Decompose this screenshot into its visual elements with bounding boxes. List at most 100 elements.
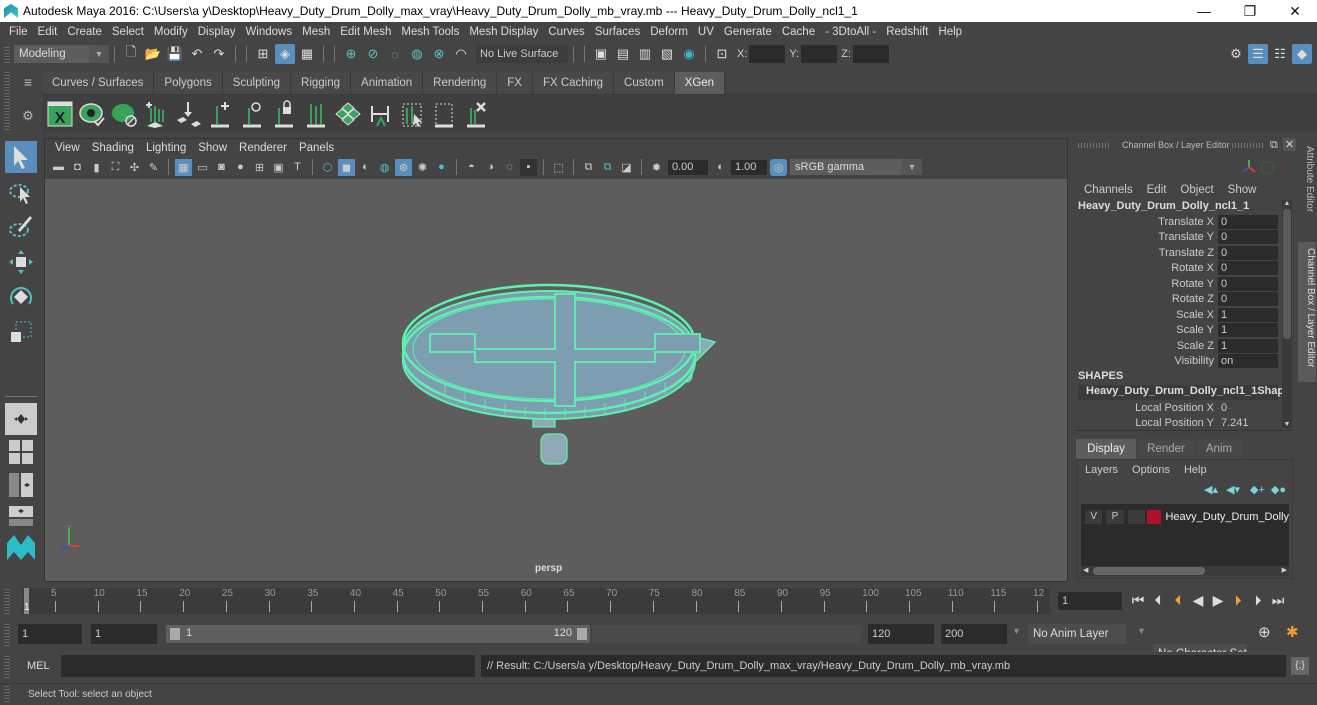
anti-aliasing-icon[interactable]: ◌ — [501, 159, 518, 176]
menu-edit[interactable]: Edit — [33, 26, 63, 38]
color-space-dropdown[interactable]: sRGB gamma ▼ — [790, 159, 922, 175]
sculpt-guide-icon[interactable] — [238, 98, 266, 130]
paint-select-tool-icon[interactable] — [5, 211, 37, 243]
channel-value[interactable]: 0 — [1218, 292, 1278, 307]
tab-xgen[interactable]: XGen — [674, 72, 726, 94]
z-input[interactable] — [852, 45, 889, 63]
xray-joints-icon[interactable]: ◪ — [618, 159, 635, 176]
menu-generate[interactable]: Generate — [719, 26, 777, 38]
current-frame-input[interactable]: 1 — [1058, 592, 1122, 610]
tab-render[interactable]: Render — [1137, 439, 1195, 459]
go-to-start-icon[interactable]: ⏮ — [1128, 592, 1148, 609]
manipulator-axes-icon[interactable] — [1240, 158, 1258, 176]
hyperbolic-icon[interactable]: ✕ — [1278, 159, 1287, 172]
grip-handle[interactable] — [1232, 143, 1264, 148]
channel-row[interactable]: Scale Y 1 — [1072, 323, 1297, 339]
layer-display-type-toggle[interactable] — [1127, 510, 1146, 524]
xray-icon[interactable]: ⧉ — [580, 159, 597, 176]
menu-select[interactable]: Select — [107, 26, 149, 38]
script-editor-icon[interactable]: {;} — [1291, 657, 1309, 675]
exposure-input[interactable]: 0.00 — [668, 159, 708, 175]
isolate-select-icon[interactable]: ⬚ — [550, 159, 567, 176]
layer-visibility-toggle[interactable]: V — [1085, 510, 1103, 524]
close-panel-icon[interactable]: ✕ — [1283, 138, 1297, 151]
tool-settings-toggle-icon[interactable]: ☷ — [1270, 44, 1290, 64]
field-chart-icon[interactable]: ⊞ — [251, 159, 268, 176]
playback-end-input[interactable]: 120 — [868, 624, 934, 644]
tab-attribute-editor[interactable]: Attribute Editor — [1299, 146, 1315, 236]
undo-icon[interactable]: ↶ — [187, 44, 207, 64]
chevron-down-icon[interactable]: ▼ — [1137, 626, 1146, 636]
channel-row[interactable]: Rotate Y 0 — [1072, 276, 1297, 292]
range-start-handle[interactable] — [170, 628, 180, 640]
tab-channel-box-layer-editor[interactable]: Channel Box / Layer Editor — [1298, 242, 1316, 382]
range-end-handle[interactable] — [577, 628, 587, 640]
tab-sculpting[interactable]: Sculpting — [222, 72, 292, 94]
channel-value[interactable]: 0 — [1218, 230, 1278, 245]
render-current-frame-icon[interactable]: ▤ — [613, 44, 633, 64]
float-panel-icon[interactable]: ⧉ — [1270, 139, 1278, 152]
delete-guides-icon[interactable] — [462, 98, 490, 130]
new-scene-icon[interactable]: 🗋 — [121, 44, 141, 64]
tab-display[interactable]: Display — [1076, 439, 1136, 459]
grip-handle[interactable] — [4, 686, 10, 702]
redo-icon[interactable]: ↷ — [209, 44, 229, 64]
menu-mesh[interactable]: Mesh — [297, 26, 335, 38]
go-to-end-icon[interactable]: ⏭ — [1268, 592, 1288, 609]
ipr-render-icon[interactable]: ▥ — [635, 44, 655, 64]
channel-row[interactable]: Translate Z 0 — [1072, 245, 1297, 261]
menu-file[interactable]: File — [4, 26, 33, 38]
scroll-thumb[interactable] — [1093, 567, 1205, 575]
menu-channels[interactable]: Channels — [1084, 184, 1133, 196]
exposure-icon[interactable]: ✹ — [648, 159, 665, 176]
guide-length-icon[interactable] — [366, 98, 394, 130]
resolution-gate-icon[interactable]: ◙ — [213, 159, 230, 176]
select-camera-icon[interactable]: ▬ — [50, 159, 67, 176]
select-by-component-icon[interactable]: ▦ — [297, 44, 317, 64]
new-layer-from-selected-icon[interactable]: ◆● — [1271, 483, 1286, 496]
panel-menu-shading[interactable]: Shading — [86, 142, 140, 154]
rotate-tool-icon[interactable] — [5, 281, 37, 313]
scroll-left-icon[interactable]: ◀ — [1083, 566, 1088, 574]
menu-3dtoall[interactable]: - 3DtoAll - — [820, 26, 881, 38]
object-name[interactable]: Heavy_Duty_Drum_Dolly_ncl1_1 — [1072, 200, 1297, 214]
menu-object[interactable]: Object — [1180, 184, 1213, 196]
menu-edit-mesh[interactable]: Edit Mesh — [335, 26, 396, 38]
channel-value[interactable]: 0 — [1218, 261, 1278, 276]
channel-value[interactable]: 1 — [1218, 338, 1278, 353]
menu-uv[interactable]: UV — [693, 26, 719, 38]
step-back-frame-icon[interactable]: ⏴ — [1148, 592, 1168, 609]
transform-input-icon[interactable]: ⊡ — [712, 44, 732, 64]
menu-options[interactable]: Options — [1132, 464, 1170, 476]
screen-space-ao-icon[interactable]: ◓ — [463, 159, 480, 176]
shadows-icon[interactable]: ● — [433, 159, 450, 176]
shelf-grip[interactable] — [4, 72, 10, 130]
add-guide-icon[interactable] — [206, 98, 234, 130]
channel-box-toggle-icon[interactable]: ◆ — [1292, 44, 1312, 64]
clear-preview-icon[interactable] — [110, 98, 138, 130]
snap-live-surface-icon[interactable]: ⊗ — [429, 44, 449, 64]
layer-name[interactable]: Heavy_Duty_Drum_Dolly — [1165, 511, 1289, 523]
preview-icon[interactable] — [78, 98, 106, 130]
snap-point-icon[interactable]: ◌ — [385, 44, 405, 64]
snap-grid-icon[interactable]: ⊕ — [341, 44, 361, 64]
layer-row[interactable]: V P Heavy_Duty_Drum_Dolly — [1081, 508, 1289, 526]
channel-value[interactable]: 1 — [1218, 323, 1278, 338]
channel-row[interactable]: Visibility on — [1072, 354, 1297, 370]
step-forward-frame-icon[interactable]: ⏵ — [1248, 592, 1268, 609]
color-management-icon[interactable]: ◎ — [770, 158, 787, 176]
wireframe-icon[interactable]: ⬡ — [319, 159, 336, 176]
select-guides-icon[interactable] — [398, 98, 426, 130]
depth-of-field-icon[interactable]: ▪ — [520, 158, 537, 176]
y-input[interactable] — [801, 45, 838, 63]
anim-layer-dropdown[interactable]: No Anim Layer — [1028, 624, 1126, 644]
scroll-right-icon[interactable]: ▶ — [1282, 566, 1287, 574]
lasso-tool-icon[interactable] — [5, 176, 37, 208]
shape-channel-row[interactable]: Local Position Y 7.241 — [1072, 416, 1297, 432]
attribute-editor-toggle-icon[interactable]: ☰ — [1248, 44, 1268, 64]
grip-handle[interactable] — [4, 654, 10, 678]
scroll-up-icon[interactable]: ▲ — [1282, 200, 1292, 207]
image-plane-icon[interactable]: ⛶ — [107, 159, 124, 176]
tab-rendering[interactable]: Rendering — [423, 72, 498, 94]
tab-custom[interactable]: Custom — [614, 72, 675, 94]
